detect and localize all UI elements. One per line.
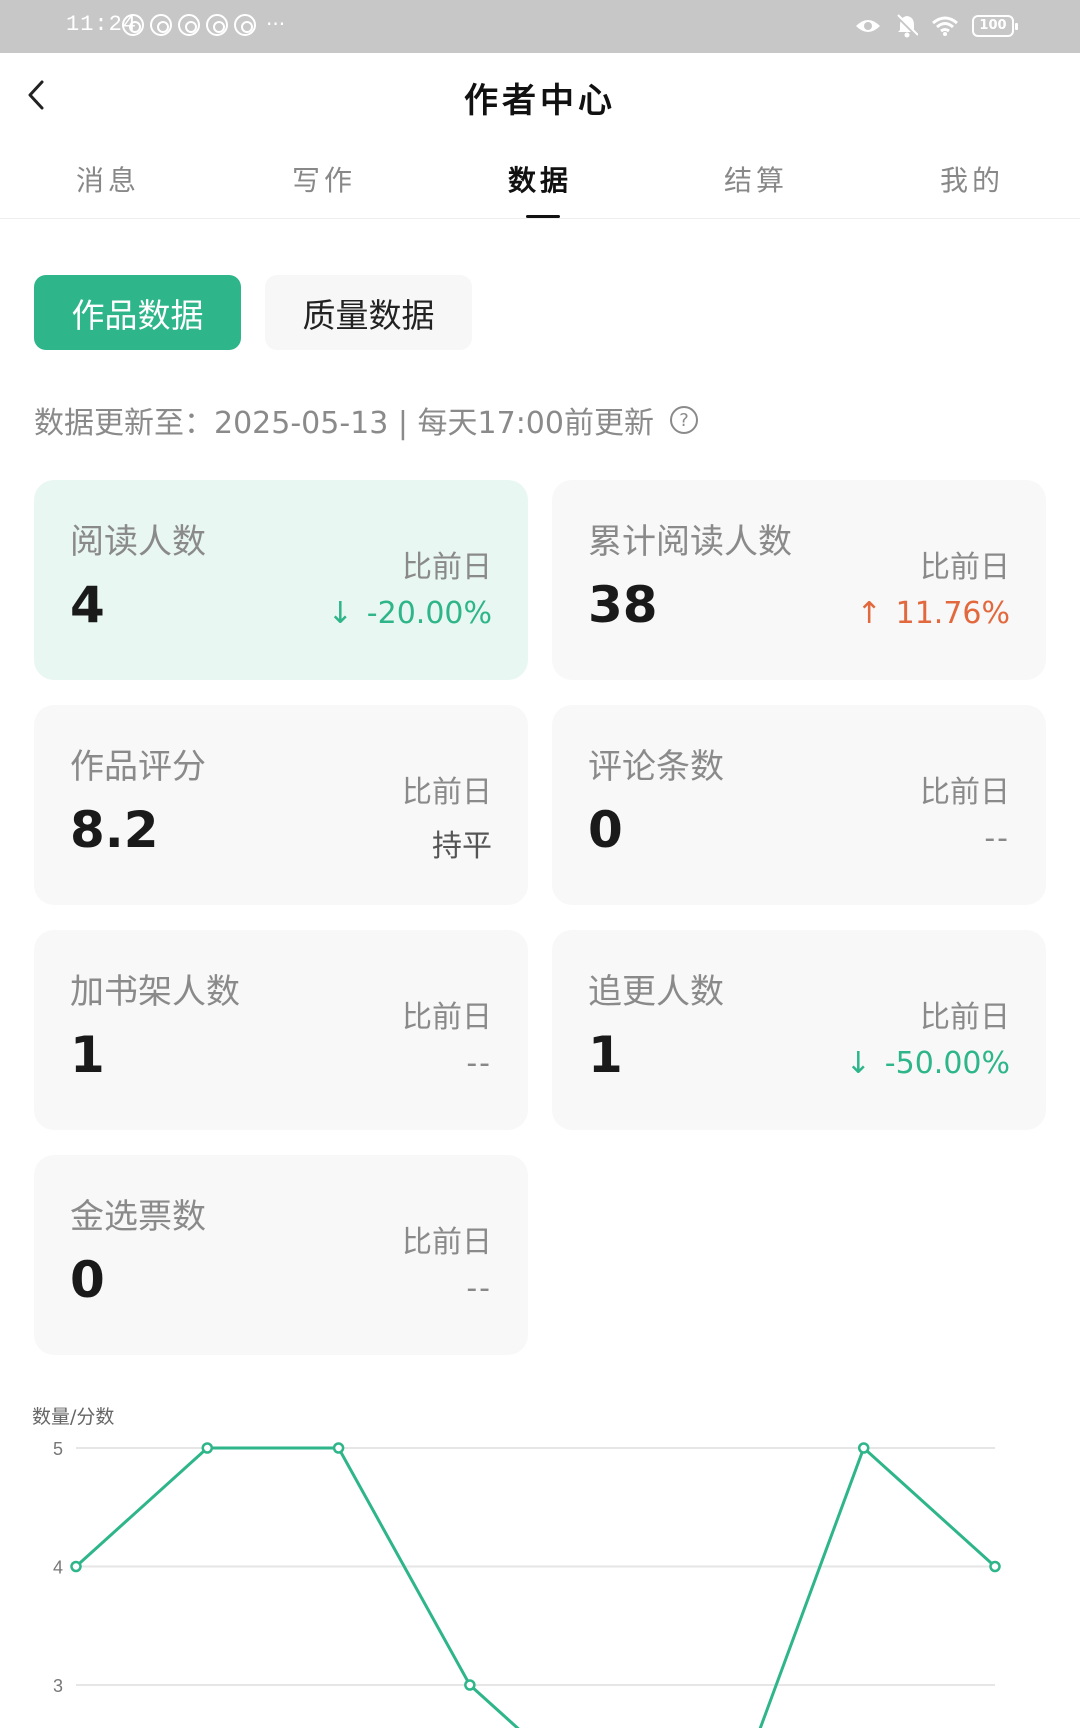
card-value: 8.2 — [70, 801, 159, 859]
notification-icon — [122, 14, 144, 36]
data-point[interactable] — [464, 1679, 476, 1691]
card-label: 作品评分 — [70, 747, 206, 787]
notification-icon — [150, 14, 172, 36]
card-value: 4 — [70, 576, 105, 634]
card-value: 0 — [588, 801, 623, 859]
mute-bell-icon — [896, 14, 918, 38]
compare-label: 比前日 — [920, 775, 1010, 810]
data-point[interactable] — [70, 1560, 82, 1573]
main-tabs: 消息 写作 数据 结算 我的 — [0, 141, 1080, 219]
compare-value: ↓ -20.00% — [328, 596, 492, 631]
eye-icon — [856, 20, 880, 32]
compare-label: 比前日 — [402, 1000, 492, 1035]
notification-icon — [234, 14, 256, 36]
works-data-button[interactable]: 作品数据 — [34, 275, 241, 350]
compare-text: -- — [466, 1271, 492, 1306]
data-point[interactable] — [201, 1442, 214, 1454]
y-tick-label: 3 — [53, 1676, 63, 1696]
compare-label: 比前日 — [402, 550, 492, 585]
card-label: 累计阅读人数 — [588, 522, 792, 562]
data-point[interactable] — [857, 1442, 870, 1454]
compare-label: 比前日 — [920, 1000, 1010, 1035]
card-label: 加书架人数 — [70, 972, 240, 1012]
compare-label: 比前日 — [920, 550, 1010, 585]
card-value: 1 — [588, 1026, 623, 1084]
stat-card-votes[interactable]: 金选票数 0 比前日 -- — [34, 1155, 528, 1355]
y-tick-label: 4 — [53, 1558, 63, 1578]
stat-card-rating[interactable]: 作品评分 8.2 比前日 持平 — [34, 705, 528, 905]
arrow-up-icon: ↑ — [856, 596, 882, 631]
quality-data-button[interactable]: 质量数据 — [265, 275, 472, 350]
stat-card-comments[interactable]: 评论条数 0 比前日 -- — [552, 705, 1046, 905]
update-note-text: 数据更新至：2025-05-13 | 每天17:00前更新 — [34, 406, 654, 441]
tab-mine[interactable]: 我的 — [864, 141, 1080, 218]
status-app-icons: ··· — [122, 14, 285, 36]
notification-icon — [206, 14, 228, 36]
tab-settlement[interactable]: 结算 — [648, 141, 864, 218]
tab-messages[interactable]: 消息 — [0, 141, 216, 218]
battery-icon: 100 — [972, 15, 1018, 37]
compare-value: ↑ 11.76% — [856, 596, 1010, 631]
notification-icon — [178, 14, 200, 36]
compare-label: 比前日 — [402, 775, 492, 810]
compare-label: 比前日 — [402, 1225, 492, 1260]
compare-value: -- — [984, 821, 1010, 856]
stat-card-bookshelf[interactable]: 加书架人数 1 比前日 -- — [34, 930, 528, 1130]
arrow-down-icon: ↓ — [845, 1046, 871, 1081]
compare-text: -- — [466, 1046, 492, 1081]
card-label: 金选票数 — [70, 1197, 206, 1237]
card-label: 追更人数 — [588, 972, 724, 1012]
compare-text: 持平 — [432, 829, 492, 864]
card-value: 0 — [70, 1251, 105, 1309]
tab-writing[interactable]: 写作 — [216, 141, 432, 218]
arrow-down-icon: ↓ — [327, 596, 353, 631]
update-note: 数据更新至：2025-05-13 | 每天17:00前更新 ? — [34, 398, 698, 442]
status-bar: 11:24 ··· 100 — [0, 0, 1080, 53]
stat-card-readers[interactable]: 阅读人数 4 比前日 ↓ -20.00% — [34, 480, 528, 680]
status-indicators: 100 — [854, 14, 1018, 38]
card-value: 1 — [70, 1026, 105, 1084]
card-label: 评论条数 — [588, 747, 724, 787]
page-title: 作者中心 — [464, 81, 616, 121]
card-value: 38 — [588, 576, 658, 634]
app-header: 作者中心 — [0, 53, 1080, 141]
card-label: 阅读人数 — [70, 522, 206, 562]
compare-percent: 11.76% — [895, 596, 1010, 631]
help-icon[interactable]: ? — [669, 406, 698, 434]
data-point[interactable] — [332, 1442, 345, 1454]
compare-value: -- — [466, 1046, 492, 1081]
compare-percent: -50.00% — [884, 1046, 1010, 1081]
compare-text: -- — [984, 821, 1010, 856]
data-point[interactable] — [989, 1560, 1001, 1573]
compare-value: 持平 — [432, 821, 492, 865]
more-notifications-icon: ··· — [266, 12, 286, 36]
y-tick-label: 5 — [53, 1439, 63, 1459]
compare-percent: -20.00% — [366, 596, 492, 631]
wifi-icon — [932, 16, 958, 36]
stat-card-total-readers[interactable]: 累计阅读人数 38 比前日 ↑ 11.76% — [552, 480, 1046, 680]
trend-line-chart: 5 4 3 — [53, 1439, 1001, 1728]
compare-value: ↓ -50.00% — [846, 1046, 1010, 1081]
stat-card-followers[interactable]: 追更人数 1 比前日 ↓ -50.00% — [552, 930, 1046, 1130]
tab-data[interactable]: 数据 — [432, 141, 648, 218]
compare-value: -- — [466, 1271, 492, 1306]
data-type-segment: 作品数据 质量数据 — [34, 275, 472, 350]
